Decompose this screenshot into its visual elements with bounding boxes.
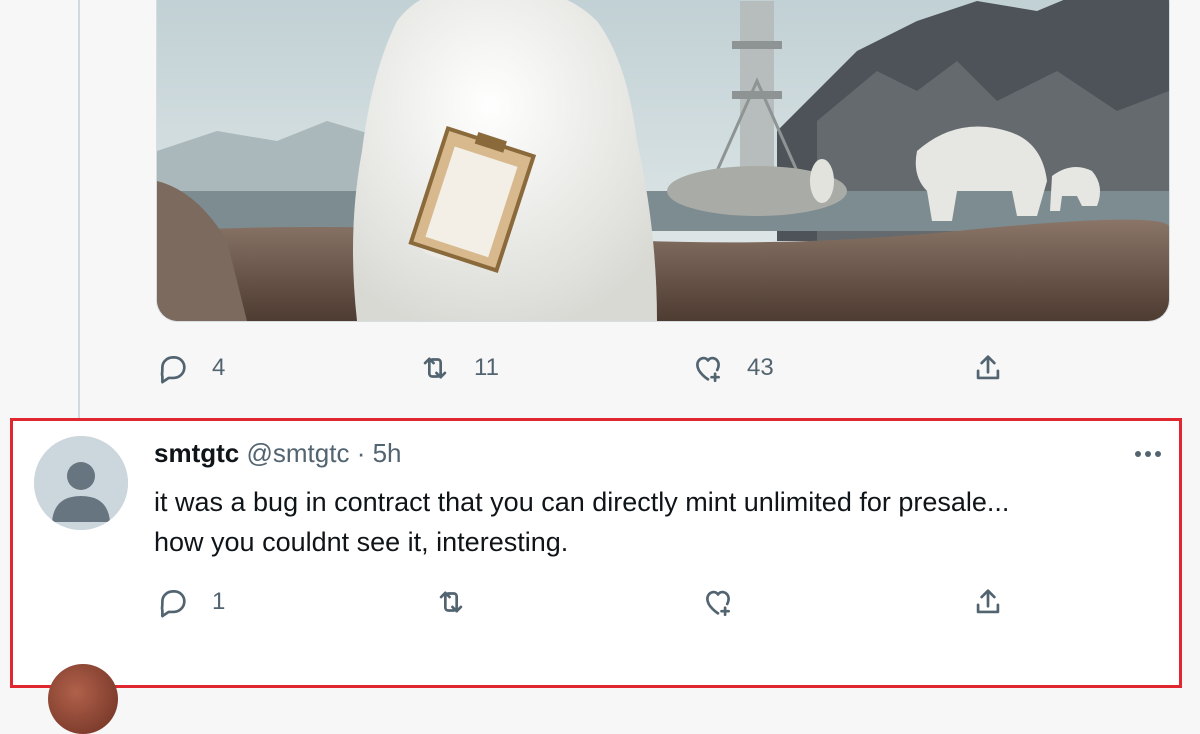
default-avatar-icon — [34, 436, 128, 530]
reply-text-line-1: it was a bug in contract that you can di… — [154, 487, 1010, 517]
like-icon — [706, 590, 730, 617]
reply-text-line-2: how you couldnt see it, interesting. — [154, 527, 569, 557]
like-button[interactable]: 43 — [691, 346, 774, 390]
share-icon — [976, 589, 1000, 614]
reply-display-name[interactable]: smtgtc — [154, 438, 239, 468]
share-button[interactable] — [971, 346, 1005, 390]
reply-handle[interactable]: @smtgtc — [246, 438, 349, 468]
reply-icon — [160, 590, 186, 618]
more-icon-dot — [1155, 451, 1161, 457]
retweet-button[interactable]: 11 — [418, 346, 499, 390]
original-tweet-actions: 4 11 43 — [156, 346, 1026, 390]
header-separator: · — [356, 438, 366, 468]
like-count: 43 — [747, 354, 774, 381]
more-icon — [1135, 451, 1141, 457]
reply-icon — [160, 356, 186, 384]
reply-actions: 1 — [156, 580, 1026, 624]
reply-count: 4 — [212, 354, 226, 381]
reply-button[interactable]: 4 — [156, 346, 225, 390]
reply-avatar[interactable] — [34, 436, 128, 530]
retweet-count: 11 — [474, 354, 499, 381]
share-icon — [976, 355, 1000, 380]
reply-reply-button[interactable]: 1 — [156, 580, 225, 624]
reply-timestamp[interactable]: 5h — [373, 438, 402, 468]
reply-share-button[interactable] — [971, 580, 1005, 624]
reply-header: smtgtc @smtgtc · 5h — [154, 438, 402, 469]
tweet-media-image[interactable] — [156, 0, 1170, 322]
like-icon — [696, 356, 720, 383]
retweet-icon — [423, 357, 447, 379]
more-icon-dot — [1145, 451, 1151, 457]
reply-retweet-button[interactable] — [434, 580, 468, 624]
thread-connector-line — [78, 0, 80, 420]
more-options-button[interactable] — [1128, 438, 1168, 470]
retweet-icon — [439, 591, 463, 613]
reply-reply-count: 1 — [212, 588, 226, 615]
reply-text: it was a bug in contract that you can di… — [154, 482, 1154, 562]
reply-like-button[interactable] — [701, 580, 735, 624]
